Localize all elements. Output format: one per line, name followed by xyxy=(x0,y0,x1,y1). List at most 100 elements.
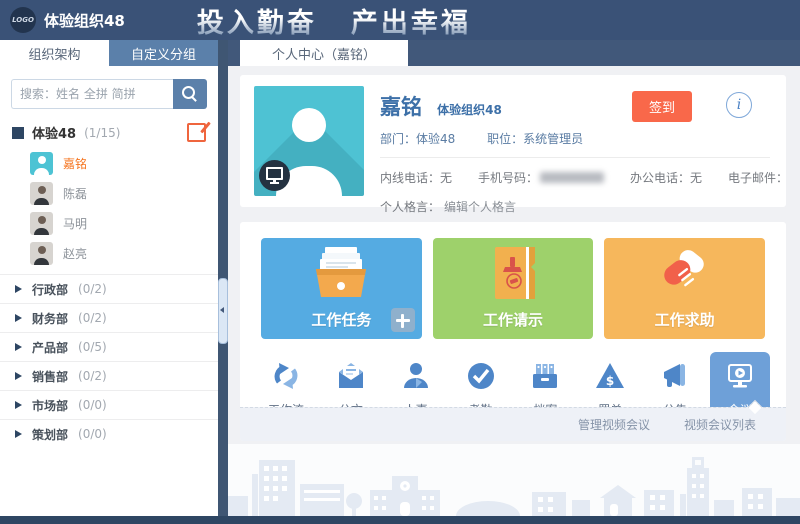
office-phone: 办公电话：无 xyxy=(630,169,702,186)
sidebar-tabs: 组织架构 自定义分组 xyxy=(0,40,218,66)
slogan-left: 投入勤奋 xyxy=(197,8,317,39)
chevron-right-icon xyxy=(15,314,22,322)
member-row[interactable]: 马明 xyxy=(0,208,218,238)
app-window: LOGO 体验组织48 投入勤奋 产出幸福 组织架构 自定义分组 体验48 (1/… xyxy=(0,0,800,524)
help-handshake-icon xyxy=(653,245,717,303)
department-list: 行政部 (0/2) 财务部 (0/2) 产品部 (0/5) 销售部 (0/2) … xyxy=(0,274,218,448)
internal-phone: 内线电话：无 xyxy=(380,169,452,186)
megaphone-icon xyxy=(658,359,692,396)
sidebar-edge-strip xyxy=(218,40,228,516)
top-header: LOGO 体验组织48 投入勤奋 产出幸福 xyxy=(0,0,800,40)
dept-row-shichang[interactable]: 市场部 (0/0) xyxy=(0,390,218,419)
member-avatar-icon xyxy=(30,152,53,175)
motto-edit-link[interactable]: 编辑个人格言 xyxy=(444,200,516,214)
member-avatar-photo xyxy=(30,182,53,205)
archive-icon xyxy=(528,359,562,396)
workflow-icon xyxy=(269,359,303,396)
tab-personal-center[interactable]: 个人中心（嘉铭） xyxy=(240,40,408,66)
search-input[interactable] xyxy=(11,79,173,109)
add-task-button[interactable] xyxy=(391,308,415,332)
member-row[interactable]: 陈磊 xyxy=(0,178,218,208)
card-label: 工作请示 xyxy=(483,309,543,330)
profile-org: 体验组织48 xyxy=(437,103,502,117)
member-avatar-photo xyxy=(30,242,53,265)
member-row[interactable]: 赵亮 xyxy=(0,238,218,268)
chevron-right-icon xyxy=(15,430,22,438)
video-meeting-list-link[interactable]: 视频会议列表 xyxy=(684,416,756,433)
main-tabstrip: 个人中心（嘉铭） xyxy=(228,40,800,66)
dept-row-xiaoshou[interactable]: 销售部 (0/2) xyxy=(0,361,218,390)
dept-count: (0/2) xyxy=(78,282,107,296)
meeting-monitor-icon xyxy=(723,359,757,396)
dept-count: (0/5) xyxy=(78,340,107,354)
mobile-number-blurred xyxy=(540,172,604,183)
org-root-count: (1/15) xyxy=(84,126,120,140)
bottom-bar xyxy=(0,516,800,524)
info-icon[interactable]: i xyxy=(726,92,752,118)
checkin-button[interactable]: 签到 xyxy=(632,91,692,122)
profile-card: 嘉铭 体验组织48 签到 i 部门：体验48 职位：系统管理员 内线电话：无 手… xyxy=(240,75,786,207)
main-content: 个人中心（嘉铭） 嘉铭 体验组织48 签到 i 部门：体验48 职位：系统管理员 xyxy=(228,40,800,516)
tab-custom-groups[interactable]: 自定义分组 xyxy=(109,40,218,66)
manage-video-meeting-link[interactable]: 管理视频会议 xyxy=(578,416,650,433)
tab-org-structure[interactable]: 组织架构 xyxy=(0,40,109,66)
member-avatar-photo xyxy=(30,212,53,235)
dept-name: 销售部 xyxy=(32,368,68,385)
logo-text: LOGO xyxy=(12,16,34,24)
dept-name: 行政部 xyxy=(32,281,68,298)
dept-count: (0/2) xyxy=(78,311,107,325)
chevron-right-icon xyxy=(15,285,22,293)
dept-count: (0/0) xyxy=(78,427,107,441)
dept-name: 财务部 xyxy=(32,310,68,327)
sidebar-collapse-handle[interactable] xyxy=(218,278,228,344)
mobile-field: 手机号码： xyxy=(478,169,604,186)
profile-avatar[interactable] xyxy=(254,86,364,196)
member-name: 马明 xyxy=(63,215,87,232)
org-root-icon xyxy=(12,127,24,139)
org-name: 体验组织48 xyxy=(44,10,125,31)
dept-row-xingzheng[interactable]: 行政部 (0/2) xyxy=(0,274,218,303)
email-field: 电子邮件： xyxy=(728,169,788,186)
card-work-request[interactable]: 工作请示 xyxy=(433,238,594,339)
org-root-name: 体验48 xyxy=(32,123,76,142)
dept-name: 市场部 xyxy=(32,397,68,414)
person-icon xyxy=(399,359,433,396)
card-label: 工作求助 xyxy=(655,309,715,330)
member-name: 赵亮 xyxy=(63,245,87,262)
dept-name: 产品部 xyxy=(32,339,68,356)
profile-dept: 部门：体验48 xyxy=(380,132,455,146)
slogan-right: 产出幸福 xyxy=(351,8,471,39)
chevron-right-icon xyxy=(15,401,22,409)
profile-name: 嘉铭 xyxy=(380,91,422,121)
meeting-links-strip: 管理视频会议 视频会议列表 xyxy=(240,407,786,441)
dept-row-chanpin[interactable]: 产品部 (0/5) xyxy=(0,332,218,361)
card-work-task[interactable]: 工作任务 xyxy=(261,238,422,339)
dept-name: 策划部 xyxy=(32,426,68,443)
search-button[interactable] xyxy=(173,79,207,109)
slogan: 投入勤奋 产出幸福 xyxy=(197,1,471,40)
monitor-badge-icon[interactable] xyxy=(259,160,290,191)
divider xyxy=(380,157,770,158)
search-icon xyxy=(182,86,195,99)
chevron-right-icon xyxy=(15,343,22,351)
dept-count: (0/2) xyxy=(78,369,107,383)
profile-title: 职位：系统管理员 xyxy=(487,132,583,146)
dept-row-caiwu[interactable]: 财务部 (0/2) xyxy=(0,303,218,332)
edit-pencil-icon[interactable] xyxy=(187,123,206,142)
chevron-right-icon xyxy=(15,372,22,380)
task-drawer-icon xyxy=(309,245,373,303)
logo: LOGO xyxy=(10,7,36,33)
fine-ticket-icon: $ xyxy=(593,359,627,396)
org-root-row[interactable]: 体验48 (1/15) xyxy=(0,115,218,148)
member-name: 嘉铭 xyxy=(63,155,87,172)
attendance-check-icon xyxy=(464,359,498,396)
sidebar: 组织架构 自定义分组 体验48 (1/15) 嘉铭 陈磊 xyxy=(0,40,218,516)
dept-row-cehua[interactable]: 策划部 (0/0) xyxy=(0,419,218,448)
card-work-help[interactable]: 工作求助 xyxy=(604,238,765,339)
member-list: 嘉铭 陈磊 马明 赵亮 xyxy=(0,148,218,268)
skyline-footer-art xyxy=(228,444,800,516)
svg-text:$: $ xyxy=(606,374,614,388)
work-panel: 工作任务 工作请 xyxy=(240,222,786,441)
member-row[interactable]: 嘉铭 xyxy=(0,148,218,178)
dept-count: (0/0) xyxy=(78,398,107,412)
